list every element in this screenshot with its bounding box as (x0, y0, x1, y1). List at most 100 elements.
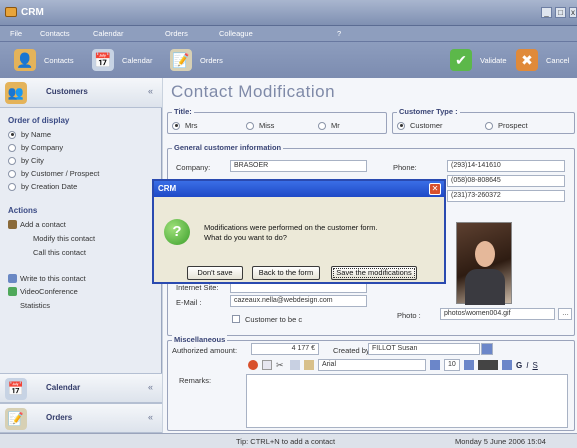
photo-path-field[interactable]: photos\women004.gif (440, 308, 555, 320)
add-contact-icon (8, 220, 17, 229)
calendar-panel-icon: 📅 (5, 378, 27, 400)
status-bar: Tip: CTRL+N to add a contact Monday 5 Ju… (0, 433, 577, 448)
menu-file[interactable]: File (10, 29, 22, 38)
title-mr[interactable]: Mr (318, 121, 340, 130)
add-contact-action[interactable]: Add a contact (20, 220, 66, 229)
orders-panel-label: Orders (46, 413, 73, 422)
calendar-icon: 📅 (92, 49, 114, 71)
menu-calendar[interactable]: Calendar (93, 29, 123, 38)
title-option-label: Mrs (185, 121, 198, 130)
font-size-dropdown-icon[interactable] (464, 360, 474, 370)
paste-special-icon[interactable] (262, 360, 272, 370)
paste-icon[interactable] (304, 360, 314, 370)
font-family-select[interactable]: Arial (318, 359, 426, 371)
save-modifications-button[interactable]: Save the modifications (331, 266, 417, 280)
customers-panel-header[interactable]: 👥 Customers « (0, 78, 162, 108)
modify-contact-action[interactable]: Modify this contact (33, 234, 95, 243)
cut-icon[interactable]: ✂ (276, 360, 286, 370)
mobile-field[interactable]: (231)73-260372 (447, 190, 565, 202)
created-by-dropdown-icon[interactable] (481, 343, 493, 355)
statistics-action[interactable]: Statistics (20, 301, 50, 310)
customers-header-label: Customers (46, 87, 88, 96)
write-contact-action[interactable]: Write to this contact (20, 274, 86, 283)
sidebar: 👥 Customers « Order of display by Name b… (0, 78, 162, 433)
minimize-icon[interactable]: _ (541, 7, 552, 18)
expand-icon[interactable]: « (148, 412, 153, 422)
internet-site-label: Internet Site: (176, 283, 219, 292)
order-by-customer-prospect[interactable]: by Customer / Prospect (8, 169, 99, 178)
radio-icon (8, 143, 16, 152)
status-date: Monday 5 June 2006 15:04 (455, 437, 546, 446)
dont-save-button[interactable]: Don't save (187, 266, 243, 280)
menu-contacts[interactable]: Contacts (40, 29, 70, 38)
menu-colleague[interactable]: Colleague (219, 29, 253, 38)
title-bar: CRM _ □ x (0, 0, 577, 26)
close-window-icon[interactable]: x (569, 7, 577, 18)
videoconference-action[interactable]: VideoConference (20, 287, 78, 296)
orders-toolbar-button[interactable]: 📝 Orders (170, 42, 223, 78)
copy-icon[interactable] (290, 360, 300, 370)
phone-field[interactable]: (293)14-141610 (447, 160, 565, 172)
radio-icon (172, 121, 180, 130)
bold-icon[interactable]: G (516, 361, 522, 370)
email-field[interactable]: cazeaux.nella@webdesign.com (230, 295, 367, 307)
calendar-toolbar-button[interactable]: 📅 Calendar (92, 42, 152, 78)
validate-toolbar-label: Validate (480, 55, 507, 65)
created-by-field[interactable]: FILLOT Susan (368, 343, 480, 355)
misc-legend: Miscellaneous (172, 335, 228, 344)
calendar-panel-header[interactable]: 📅 Calendar « (0, 373, 162, 403)
title-group: Title: Mrs Miss Mr (167, 107, 387, 134)
undo-icon[interactable] (248, 360, 258, 370)
orders-icon: 📝 (170, 49, 192, 71)
browse-photo-button[interactable]: … (558, 308, 572, 320)
authorized-amount-field[interactable]: 4 177 € (251, 343, 319, 355)
order-label: by Customer / Prospect (21, 169, 100, 178)
cancel-toolbar-button[interactable]: ✖ Cancel (516, 42, 569, 78)
collapse-icon[interactable]: « (148, 86, 153, 96)
call-contact-action[interactable]: Call this contact (33, 248, 86, 257)
underline-icon[interactable]: S (532, 361, 537, 370)
remarks-label: Remarks: (179, 376, 212, 385)
menu-help[interactable]: ? (337, 29, 341, 38)
order-label: by Company (21, 143, 64, 152)
calendar-panel-label: Calendar (46, 383, 81, 392)
type-customer[interactable]: Customer (397, 121, 443, 130)
cancel-icon: ✖ (516, 49, 538, 71)
title-mrs[interactable]: Mrs (172, 121, 198, 130)
radio-icon (8, 182, 16, 191)
remarks-textarea[interactable] (246, 374, 568, 428)
contacts-icon: 👤 (14, 49, 36, 71)
fax-field[interactable]: (058)08-808645 (447, 175, 565, 187)
created-by-label: Created by: (333, 346, 372, 355)
cancel-toolbar-label: Cancel (546, 55, 570, 65)
maximize-icon[interactable]: □ (555, 7, 566, 18)
font-size-select[interactable]: 10 (444, 359, 460, 371)
order-by-city[interactable]: by City (8, 156, 44, 165)
title-miss[interactable]: Miss (246, 121, 274, 130)
customer-to-be-checkbox[interactable] (232, 315, 240, 323)
order-by-creation-date[interactable]: by Creation Date (8, 182, 77, 191)
orders-panel-header[interactable]: 📝 Orders « (0, 403, 162, 433)
expand-icon[interactable]: « (148, 382, 153, 392)
validate-toolbar-button[interactable]: ✔ Validate (450, 42, 507, 78)
order-of-display-title: Order of display (8, 116, 70, 125)
order-by-company[interactable]: by Company (8, 143, 63, 152)
order-by-name[interactable]: by Name (8, 130, 51, 139)
authorized-amount-label: Authorized amount: (172, 346, 238, 355)
dialog-close-icon[interactable]: ✕ (429, 183, 441, 195)
italic-icon[interactable]: I (526, 361, 528, 370)
font-dropdown-icon[interactable] (430, 360, 440, 370)
orders-toolbar-label: Orders (200, 55, 223, 65)
photo-body (465, 269, 505, 305)
contacts-toolbar-button[interactable]: 👤 Contacts (14, 42, 74, 78)
videoconference-icon (8, 287, 17, 296)
back-to-form-button[interactable]: Back to the form (252, 266, 320, 280)
menu-orders[interactable]: Orders (165, 29, 188, 38)
text-color-icon[interactable] (478, 360, 498, 370)
type-prospect[interactable]: Prospect (485, 121, 528, 130)
window-title: CRM (21, 7, 44, 18)
customer-to-be-label: Customer to be c (245, 315, 303, 324)
color-dropdown-icon[interactable] (502, 360, 512, 370)
company-field[interactable]: BRASOER (230, 160, 367, 172)
actions-title: Actions (8, 206, 38, 215)
